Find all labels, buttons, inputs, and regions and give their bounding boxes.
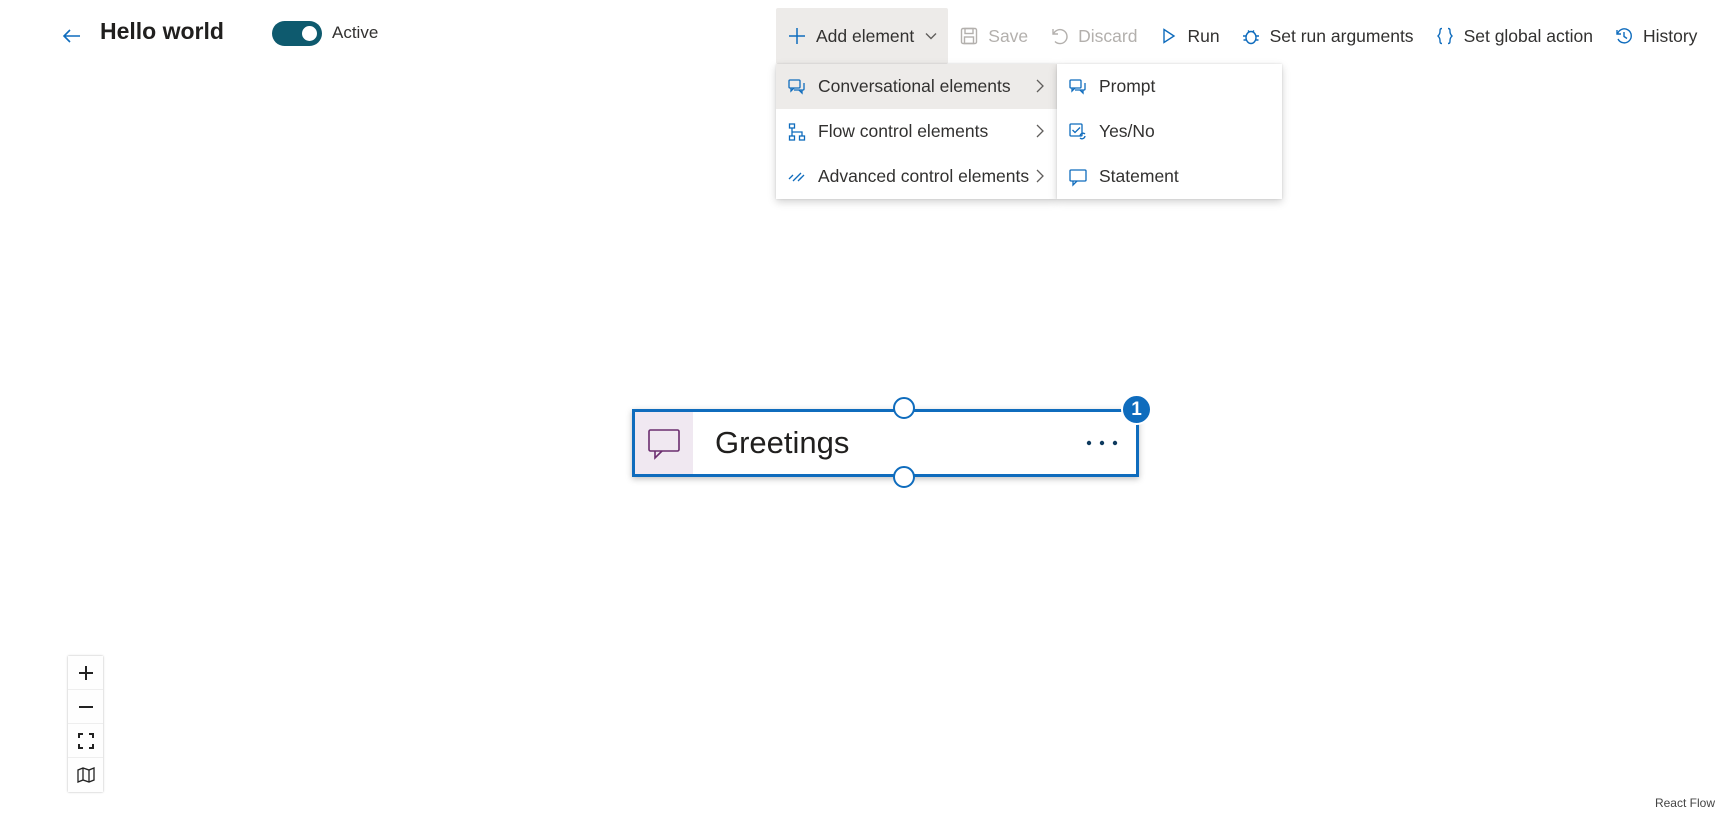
menu-item-advanced-control[interactable]: Advanced control elements <box>776 154 1057 199</box>
chevron-right-icon <box>1033 123 1047 139</box>
zoom-in-button[interactable] <box>68 656 103 690</box>
submenu-item-label: Yes/No <box>1099 121 1155 141</box>
node-handle-bottom[interactable] <box>893 466 915 488</box>
braces-icon <box>1434 25 1456 47</box>
submenu-item-yes-no[interactable]: Yes/No <box>1057 109 1282 154</box>
plus-icon <box>78 665 93 680</box>
set-run-arguments-button[interactable]: Set run arguments <box>1230 8 1424 64</box>
message-icon <box>648 429 680 460</box>
chevron-down-icon <box>924 29 938 43</box>
prompt-icon <box>1067 76 1089 98</box>
page-title: Hello world <box>100 18 224 44</box>
statement-icon <box>1067 166 1089 188</box>
menu-item-label: Conversational elements <box>818 76 1011 96</box>
history-icon <box>1613 25 1635 47</box>
fit-view-icon <box>77 732 94 749</box>
discard-button[interactable]: Discard <box>1038 8 1147 64</box>
chevron-right-icon <box>1033 168 1047 184</box>
yes-no-icon <box>1067 121 1089 143</box>
arrow-left-icon <box>62 29 80 43</box>
flow-control-icon <box>786 121 808 143</box>
canvas-controls <box>68 656 103 792</box>
zoom-out-button[interactable] <box>68 690 103 724</box>
run-button[interactable]: Run <box>1147 8 1229 64</box>
submenu-item-label: Statement <box>1099 166 1179 186</box>
submenu-item-statement[interactable]: Statement <box>1057 154 1282 199</box>
node-handle-top[interactable] <box>893 397 915 419</box>
minus-icon <box>78 705 93 708</box>
save-icon <box>958 25 980 47</box>
node-title: Greetings <box>715 425 850 460</box>
add-element-label: Add element <box>816 25 915 46</box>
menu-item-conversational[interactable]: Conversational elements <box>776 64 1057 109</box>
map-icon <box>76 767 95 783</box>
node-more-button[interactable] <box>1082 428 1122 458</box>
active-toggle[interactable] <box>272 21 322 46</box>
add-element-menu: Conversational elements Flow control ele… <box>776 64 1057 199</box>
flow-node-greetings[interactable]: Greetings <box>632 409 1139 477</box>
play-icon <box>1157 25 1179 47</box>
bug-icon <box>1240 25 1262 47</box>
minimap-button[interactable] <box>68 758 103 792</box>
node-count-badge: 1 <box>1121 394 1152 425</box>
undo-icon <box>1048 25 1070 47</box>
more-icon <box>1086 440 1118 446</box>
react-flow-attribution[interactable]: React Flow <box>1655 796 1715 810</box>
chevron-right-icon <box>1033 78 1047 94</box>
set-run-arguments-label: Set run arguments <box>1269 25 1414 46</box>
command-bar: Add element Save Discard Run Set run arg… <box>776 8 1707 64</box>
menu-item-flow-control[interactable]: Flow control elements <box>776 109 1057 154</box>
history-label: History <box>1642 25 1698 46</box>
add-icon <box>786 25 808 47</box>
set-global-action-label: Set global action <box>1463 25 1593 46</box>
conversational-submenu: Prompt Yes/No Statement <box>1057 64 1282 199</box>
submenu-item-prompt[interactable]: Prompt <box>1057 64 1282 109</box>
advanced-control-icon <box>786 166 808 188</box>
back-button[interactable] <box>58 22 86 50</box>
save-button[interactable]: Save <box>948 8 1038 64</box>
toggle-label: Active <box>332 23 379 42</box>
fit-view-button[interactable] <box>68 724 103 758</box>
menu-item-label: Advanced control elements <box>818 166 1030 186</box>
discard-label: Discard <box>1078 25 1138 46</box>
node-icon-container <box>635 412 693 474</box>
set-global-action-button[interactable]: Set global action <box>1424 8 1603 64</box>
submenu-item-label: Prompt <box>1099 76 1156 96</box>
save-label: Save <box>988 25 1029 46</box>
history-button[interactable]: History <box>1603 8 1707 64</box>
menu-item-label: Flow control elements <box>818 121 989 141</box>
toggle-knob <box>302 26 317 41</box>
run-label: Run <box>1187 25 1220 46</box>
add-element-button[interactable]: Add element <box>776 8 949 64</box>
conversation-icon <box>786 76 808 98</box>
